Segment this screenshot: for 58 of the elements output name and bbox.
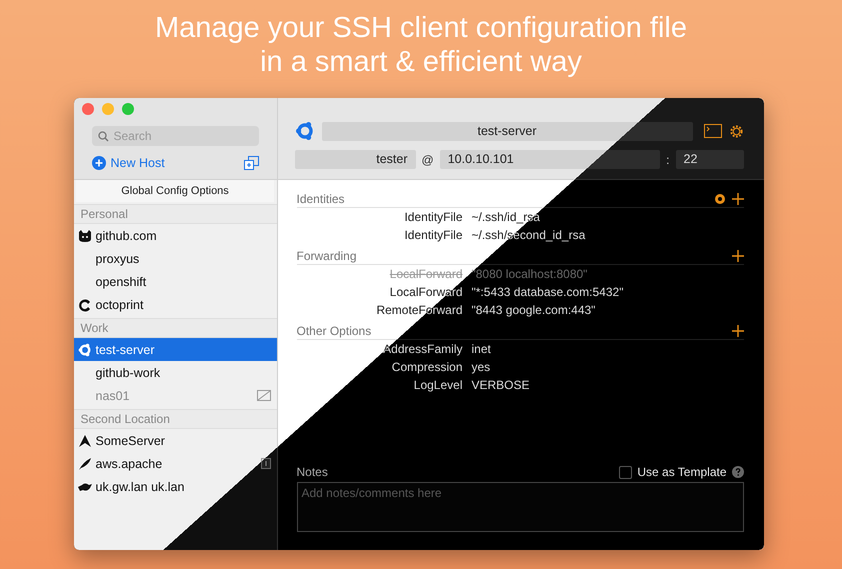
peak-icon — [78, 434, 92, 448]
add-icon — [92, 156, 106, 170]
host-item[interactable]: github-work — [74, 361, 276, 384]
settings-icon[interactable] — [728, 124, 744, 138]
section-title: Other Options — [296, 324, 372, 338]
notes-label: Notes — [296, 465, 328, 479]
host-item[interactable]: test-server — [74, 338, 276, 361]
option-value: yes — [472, 360, 490, 374]
help-icon[interactable] — [732, 466, 744, 478]
option-value: VERBOSE — [472, 378, 530, 392]
host-item[interactable]: github.com — [74, 224, 276, 247]
add-icon[interactable] — [732, 250, 744, 262]
host-name-field[interactable]: test-server — [322, 122, 692, 140]
crossed-box-icon — [256, 390, 270, 401]
notes-field[interactable]: Add notes/comments here — [296, 482, 744, 532]
add-icon[interactable] — [732, 192, 744, 204]
hub-icon — [294, 121, 314, 141]
port-separator: : — [666, 152, 670, 166]
option-key: LocalForward — [296, 267, 462, 281]
template-checkbox[interactable] — [619, 466, 632, 478]
hostname-field[interactable]: 10.0.10.101 — [440, 150, 660, 169]
port-field[interactable]: 22 — [676, 150, 744, 169]
host-item[interactable]: uk.gw.lan uk.lan — [74, 475, 276, 498]
search-field[interactable]: Search — [92, 126, 258, 146]
user-field[interactable]: tester — [294, 150, 416, 169]
option-value: "8443 google.com:443" — [472, 303, 596, 317]
host-item[interactable]: SomeServer — [74, 429, 276, 452]
option-key: IdentityFile — [296, 210, 462, 224]
terminal-icon[interactable] — [704, 124, 722, 138]
section-title: Forwarding — [296, 248, 357, 262]
new-host-button[interactable]: New Host — [92, 156, 165, 170]
headline-text: in a smart & efficient way — [260, 45, 582, 79]
option-value: "*:5433 database.com:5432" — [472, 285, 624, 299]
host-item[interactable]: proxyus — [74, 247, 276, 270]
gear-icon[interactable] — [714, 192, 726, 204]
duplicate-icon[interactable] — [244, 156, 258, 170]
host-item[interactable]: aws.apache — [74, 452, 276, 475]
feather-icon — [78, 456, 92, 470]
option-key: Compression — [296, 360, 462, 374]
hub-icon — [78, 342, 92, 356]
option-key: LogLevel — [296, 378, 462, 392]
add-icon[interactable] — [732, 324, 744, 336]
at-sign: @ — [422, 152, 434, 166]
group-header: Personal — [74, 204, 276, 224]
cat-icon — [78, 228, 92, 242]
host-item[interactable]: openshift — [74, 270, 276, 293]
ring-icon — [78, 298, 92, 312]
global-config-item[interactable]: Global Config Options — [76, 180, 274, 202]
checkbox-label: Use as Template — [637, 465, 726, 479]
group-header: Work — [74, 318, 276, 338]
option-key: IdentityFile — [296, 228, 462, 242]
option-value: inet — [472, 342, 491, 356]
section-title: Identities — [296, 192, 345, 206]
host-item[interactable]: octoprint — [74, 293, 276, 316]
search-icon — [98, 131, 108, 142]
option-value: "8080 localhost:8080" — [472, 267, 588, 281]
headline-text: Manage your SSH client configuration file — [155, 11, 687, 45]
group-header: Second Location — [74, 409, 276, 429]
